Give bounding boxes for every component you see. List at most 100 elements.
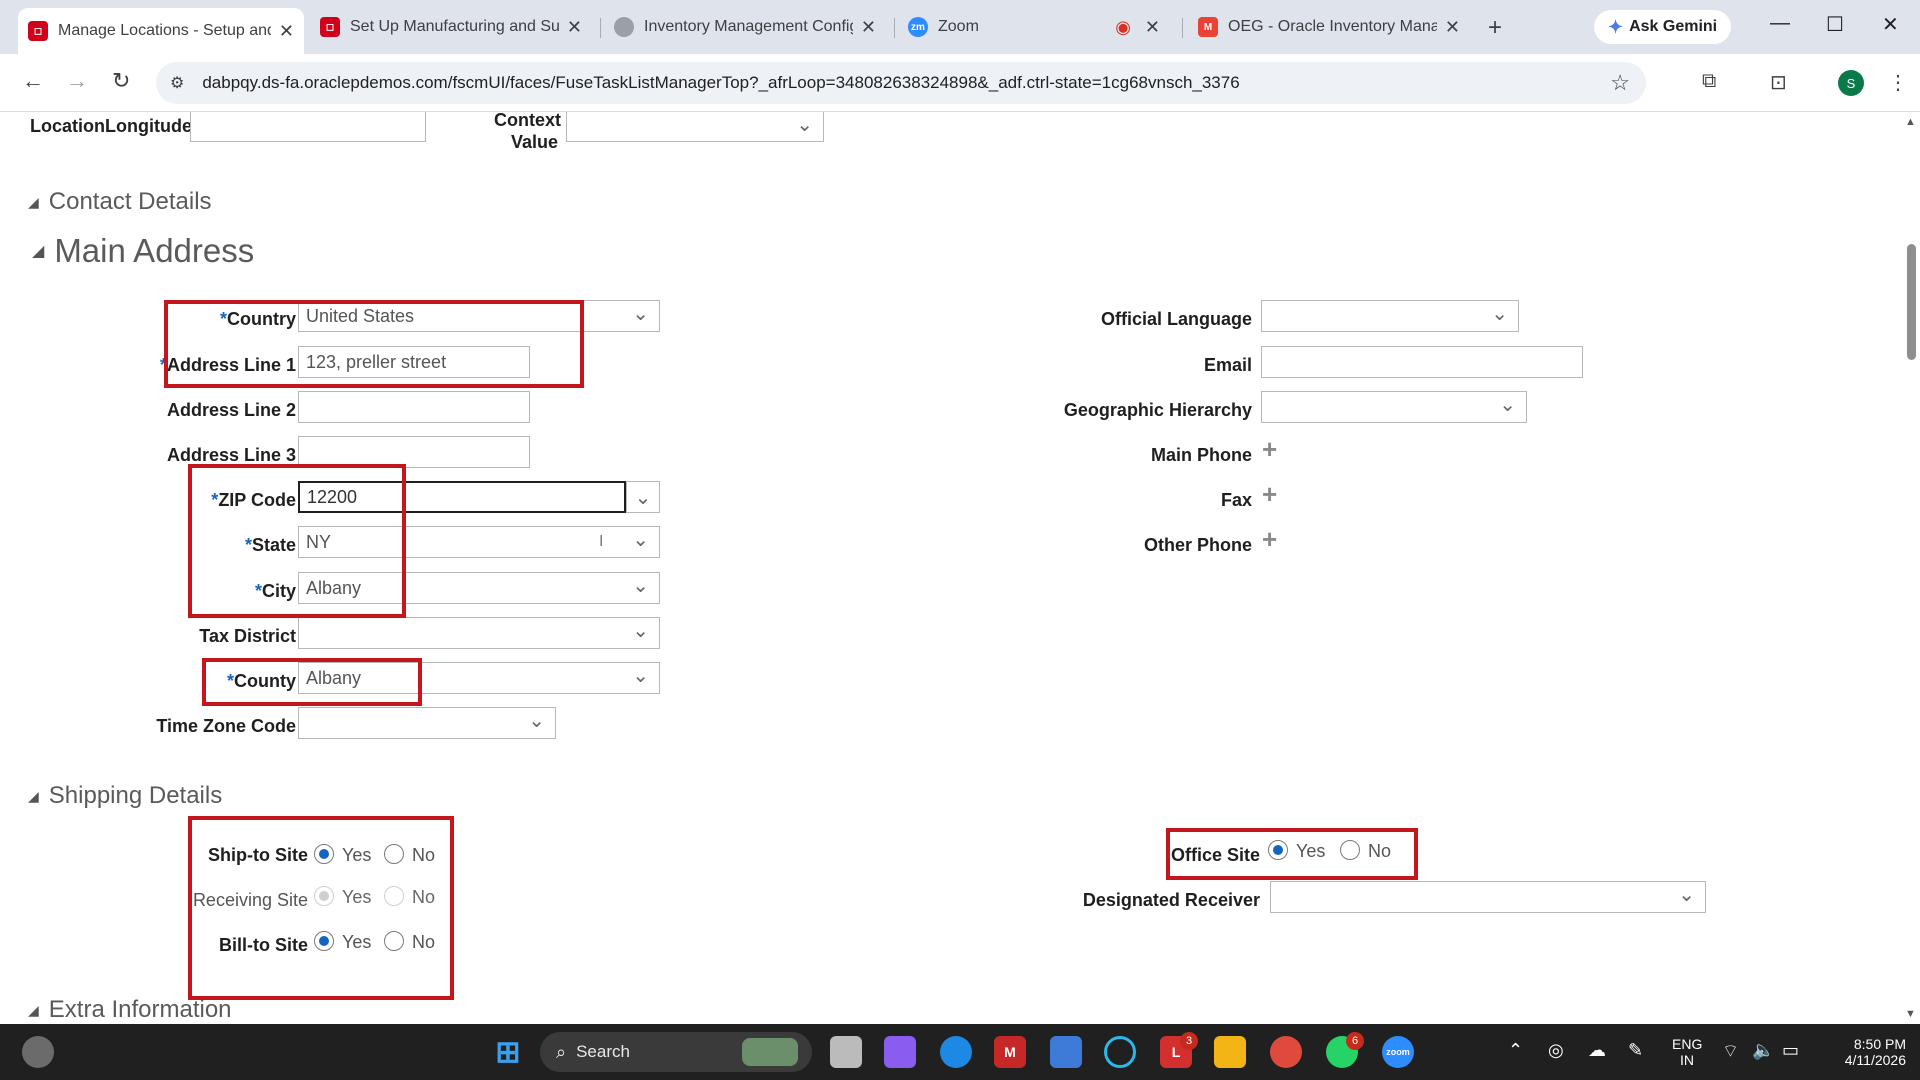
other-phone-label: Other Phone	[1143, 535, 1252, 555]
mcafee-icon[interactable]: M	[994, 1036, 1026, 1068]
volume-icon[interactable]: 🔈	[1752, 1040, 1774, 1061]
designated-receiver-label: Designated Receiver	[1082, 890, 1260, 910]
lang-code: ENG	[1672, 1036, 1703, 1052]
globe-icon	[614, 17, 634, 37]
tab-title: Zoom	[938, 18, 979, 35]
official-language-label: Official Language	[1100, 309, 1252, 329]
clock[interactable]: 8:50 PM 4/11/2026	[1836, 1036, 1906, 1068]
tax-district-label: Tax District	[199, 626, 296, 646]
tab-separator	[600, 18, 601, 38]
close-tab-icon[interactable]: ✕	[861, 17, 876, 38]
battery-icon[interactable]: ▭	[1782, 1040, 1799, 1061]
extra-information-header[interactable]: ◢ Extra Information	[28, 996, 232, 1024]
tab-search-icon[interactable]: ⊡	[1770, 70, 1787, 95]
tray-app-icon[interactable]: ◎	[1548, 1040, 1564, 1061]
add-main-phone-icon[interactable]: +	[1262, 434, 1277, 465]
notification-badge: 3	[1180, 1032, 1198, 1050]
task-view-icon[interactable]	[830, 1036, 862, 1068]
extensions-icon[interactable]: ⧉	[1702, 70, 1716, 93]
geographic-hierarchy-select[interactable]	[1261, 391, 1527, 423]
tab-inventory-config[interactable]: Inventory Management Config ✕	[604, 8, 886, 46]
lang-region: IN	[1680, 1052, 1694, 1068]
highlight-box	[188, 464, 406, 618]
email-input[interactable]	[1261, 346, 1583, 378]
address-line-2-label: Address Line 2	[166, 400, 296, 420]
zip-code-dropdown-icon[interactable]: ⌄	[626, 481, 660, 513]
tab-separator	[894, 18, 895, 38]
section-title: Extra Information	[48, 996, 232, 1023]
highlight-box	[164, 300, 584, 388]
address-line-2-input[interactable]	[298, 391, 530, 423]
weather-icon[interactable]	[22, 1036, 54, 1068]
contact-details-header[interactable]: ◢ Contact Details	[28, 188, 212, 216]
collapse-triangle-icon: ◢	[32, 243, 45, 260]
zoom-favicon-icon: zm	[908, 17, 928, 37]
close-window-icon[interactable]: ✕	[1882, 12, 1899, 37]
designated-receiver-select[interactable]	[1270, 881, 1706, 913]
bookmark-star-icon[interactable]: ☆	[1610, 70, 1630, 96]
geographic-hierarchy-label: Geographic Hierarchy	[1063, 400, 1252, 420]
time-zone-select[interactable]	[298, 707, 556, 739]
context-label-1: Context	[494, 112, 561, 130]
menu-kebab-icon[interactable]: ⋮	[1888, 70, 1908, 95]
wifi-icon[interactable]: ⌔	[1722, 1040, 1739, 1063]
add-fax-icon[interactable]: +	[1262, 479, 1277, 510]
location-longitude-input[interactable]	[190, 112, 426, 142]
address-bar[interactable]: ⚙ dabpqy.ds-fa.oraclepdemos.com/fscmUI/f…	[156, 62, 1646, 104]
copilot-icon[interactable]	[884, 1036, 916, 1068]
highlight-box	[1166, 828, 1418, 880]
close-tab-icon[interactable]: ✕	[1445, 17, 1460, 38]
maximize-icon[interactable]: ☐	[1826, 12, 1844, 37]
onedrive-icon[interactable]: ☁	[1588, 1040, 1606, 1061]
tab-title: Inventory Management Config	[644, 18, 853, 35]
context-label-2: Value	[510, 132, 558, 152]
close-tab-icon[interactable]: ✕	[279, 21, 294, 42]
search-highlight-image	[742, 1038, 798, 1066]
scroll-down-icon[interactable]: ▼	[1905, 1008, 1916, 1020]
tab-oeg-gmail[interactable]: M OEG - Oracle Inventory Manag ✕	[1188, 8, 1470, 46]
tray-chevron-icon[interactable]: ⌃	[1508, 1040, 1523, 1061]
forward-arrow-icon[interactable]: →	[66, 68, 88, 94]
pen-icon[interactable]: ✎	[1628, 1040, 1643, 1061]
scrollbar-thumb[interactable]	[1907, 244, 1916, 360]
tab-setup-manufacturing[interactable]: ◻ Set Up Manufacturing and Sup ✕	[310, 8, 592, 46]
site-settings-icon[interactable]: ⚙	[170, 73, 184, 93]
new-tab-icon[interactable]: +	[1488, 14, 1502, 42]
shipping-details-header[interactable]: ◢ Shipping Details	[28, 782, 222, 810]
profile-avatar[interactable]: S	[1838, 70, 1864, 96]
url-text[interactable]: dabpqy.ds-fa.oraclepdemos.com/fscmUI/fac…	[202, 73, 1239, 93]
official-language-select[interactable]	[1261, 300, 1519, 332]
language-indicator[interactable]: ENG IN	[1672, 1036, 1702, 1068]
collapse-triangle-icon: ◢	[28, 193, 39, 210]
chrome-icon[interactable]	[1270, 1036, 1302, 1068]
main-address-header[interactable]: ◢ Main Address	[32, 232, 254, 270]
oracle-favicon-icon: ◻	[320, 17, 340, 37]
section-title: Shipping Details	[48, 782, 223, 809]
minimize-icon[interactable]: —	[1770, 12, 1790, 35]
back-arrow-icon[interactable]: ←	[22, 68, 44, 94]
tab-title: Manage Locations - Setup and	[58, 22, 271, 39]
tab-zoom[interactable]: zm Zoom ◉ ✕	[898, 8, 1170, 46]
tab-title: OEG - Oracle Inventory Manag	[1228, 18, 1437, 35]
tax-district-select[interactable]	[298, 617, 660, 649]
windows-start-icon[interactable]: ⊞	[492, 1036, 524, 1069]
store-icon[interactable]	[1050, 1036, 1082, 1068]
section-title: Main Address	[54, 232, 255, 269]
close-tab-icon[interactable]: ✕	[567, 17, 582, 38]
file-explorer-icon[interactable]	[1214, 1036, 1246, 1068]
edge-icon[interactable]	[940, 1036, 972, 1068]
scroll-up-icon[interactable]: ▲	[1905, 116, 1916, 128]
alexa-icon[interactable]	[1104, 1036, 1136, 1068]
tab-title: Set Up Manufacturing and Sup	[350, 18, 559, 35]
tab-manage-locations[interactable]: ◻ Manage Locations - Setup and ✕	[18, 8, 304, 54]
recording-icon: ◉	[1115, 16, 1131, 37]
add-other-phone-icon[interactable]: +	[1262, 524, 1277, 555]
close-tab-icon[interactable]: ✕	[1145, 17, 1160, 38]
taskbar-search[interactable]: ⌕ Search	[540, 1032, 812, 1072]
reload-icon[interactable]: ↻	[112, 68, 130, 94]
zoom-icon[interactable]: zoom	[1382, 1036, 1414, 1068]
email-label: Email	[1203, 355, 1252, 375]
search-icon: ⌕	[556, 1041, 567, 1062]
ask-gemini-button[interactable]: ✦ Ask Gemini	[1594, 10, 1732, 44]
context-value-select[interactable]	[566, 112, 824, 142]
